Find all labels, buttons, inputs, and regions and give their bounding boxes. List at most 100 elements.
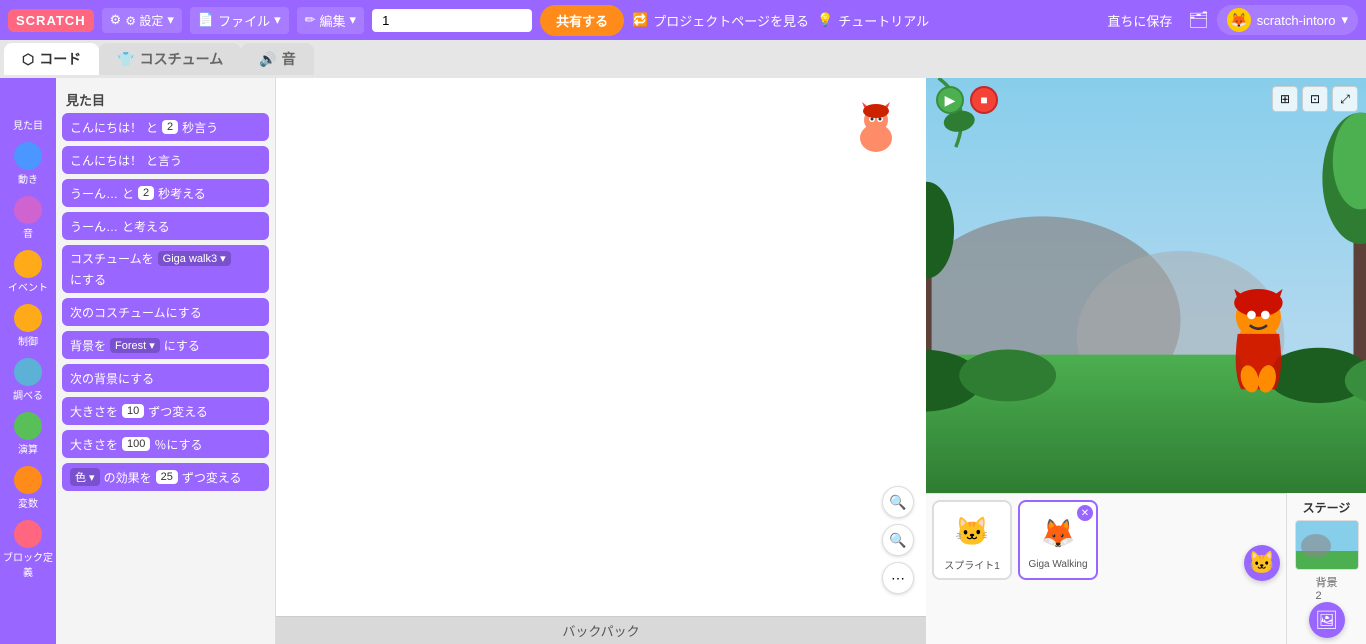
block-costume-text2: にする (70, 271, 106, 288)
cat-operator[interactable]: 演算 (0, 408, 56, 460)
large-stage-icon: ⊡ (1310, 92, 1320, 106)
block-effect-change[interactable]: 色 ▾ の効果を 25 ずつ変える (62, 463, 269, 491)
code-tab-label: コード (39, 49, 81, 69)
cat-control-dot (14, 304, 42, 332)
tab-code[interactable]: ⬡ コード (4, 43, 99, 75)
add-sprite-area: 🐱 (1244, 500, 1280, 587)
small-stage-button[interactable]: ⊞ (1272, 86, 1298, 112)
sprite-thumb-sprite1[interactable]: 🐱 スプライト1 (932, 500, 1012, 580)
file-chevron: ▾ (274, 12, 281, 28)
tutorial-label: チュートリアル (838, 11, 929, 30)
cat-event-label: イベント (8, 279, 48, 294)
more-button[interactable]: ⋯ (882, 562, 914, 594)
project-name-input[interactable] (372, 9, 532, 32)
block-say[interactable]: こんにちは！ と言う (62, 146, 269, 174)
edit-menu[interactable]: ✏ 編集 ▾ (297, 7, 364, 34)
giga-image: 🦊 (1035, 511, 1081, 557)
workspace-controls: 🔍 🔍 ⋯ (882, 486, 914, 594)
block-think-for[interactable]: うーん… と 2 秒考える (62, 179, 269, 207)
cat-looks-dot (14, 88, 42, 116)
cat-sense[interactable]: 調べる (0, 354, 56, 406)
settings-chevron: ▾ (167, 12, 174, 28)
cat-event[interactable]: イベント (0, 246, 56, 298)
fullscreen-button[interactable]: ⤢ (1332, 86, 1358, 112)
cat-sound[interactable]: 音 (0, 192, 56, 244)
user-avatar[interactable]: 🦊 scratch-intoro ▾ (1217, 5, 1358, 35)
project-page-button[interactable]: 🔁 プロジェクトページを見る (632, 11, 809, 30)
stage-thumbnail[interactable] (1295, 520, 1359, 570)
block-say-for-input[interactable]: 2 (162, 120, 178, 134)
block-effect-dropdown[interactable]: 色 ▾ (70, 468, 100, 486)
project-page-label: プロジェクトページを見る (653, 11, 809, 30)
cat-operator-dot (14, 412, 42, 440)
cat-motion[interactable]: 動き (0, 138, 56, 190)
edit-icon: ✏ (305, 12, 316, 28)
block-think-for-text3: 秒考える (158, 185, 206, 202)
cat-variable-label: 変数 (18, 495, 38, 510)
block-think[interactable]: うーん… と考える (62, 212, 269, 240)
sprite-delete-button[interactable]: ✕ (1077, 505, 1093, 521)
cat-myblocks-label: ブロック定義 (2, 549, 54, 579)
workspace-sprite (846, 98, 906, 158)
save-button[interactable]: 直ちに保存 (1107, 11, 1172, 30)
add-sprite-button[interactable]: 🐱 (1244, 545, 1280, 581)
green-flag-button[interactable]: ▶ (936, 86, 964, 114)
zoom-out-button[interactable]: 🔍 (882, 524, 914, 556)
stop-icon: ■ (980, 93, 987, 107)
navbar: SCRATCH ⚙ ⚙ 設定 ▾ 📄 ファイル ▾ ✏ 編集 ▾ 共有する 🔁 … (0, 0, 1366, 40)
block-next-backdrop[interactable]: 次の背景にする (62, 364, 269, 392)
file-menu[interactable]: 📄 ファイル ▾ (190, 7, 289, 34)
folder-icon[interactable]: 🗂 (1188, 10, 1208, 30)
cat-sense-dot (14, 358, 42, 386)
green-flag-icon: ▶ (945, 92, 956, 109)
block-effect-input[interactable]: 25 (156, 470, 178, 484)
workspace: 🔍 🔍 ⋯ バックパック (276, 78, 926, 644)
add-backdrop-button[interactable]: 🖼 (1309, 602, 1345, 638)
block-next-costume[interactable]: 次のコスチュームにする (62, 298, 269, 326)
large-stage-button[interactable]: ⊡ (1302, 86, 1328, 112)
edit-chevron: ▾ (350, 12, 357, 28)
sprite-thumb-giga[interactable]: ✕ 🦊 Giga Walking (1018, 500, 1098, 580)
block-next-costume-text: 次のコスチュームにする (70, 304, 202, 321)
cat-variable[interactable]: 変数 (0, 462, 56, 514)
block-costume-switch[interactable]: コスチュームを Giga walk3 ▾ にする (62, 245, 269, 293)
username-label: scratch-intoro (1257, 13, 1336, 28)
stop-button[interactable]: ■ (970, 86, 998, 114)
block-size-set-input[interactable]: 100 (122, 437, 150, 451)
tutorial-button[interactable]: 💡 チュートリアル (817, 11, 929, 30)
block-size-set[interactable]: 大きさを 100 ％にする (62, 430, 269, 458)
block-size-change-text1: 大きさを (70, 403, 118, 420)
zoom-in-button[interactable]: 🔍 (882, 486, 914, 518)
cat-looks[interactable]: 見た目 (0, 84, 56, 136)
block-size-set-text1: 大きさを (70, 436, 118, 453)
zoom-out-icon: 🔍 (889, 532, 906, 549)
block-think-for-text2: と (122, 185, 134, 202)
block-think-for-input[interactable]: 2 (138, 186, 154, 200)
stage-panel-title: ステージ (1303, 499, 1351, 516)
cat-sense-label: 調べる (13, 387, 43, 402)
block-costume-dropdown[interactable]: Giga walk3 ▾ (158, 251, 231, 266)
cat-motion-dot (14, 142, 42, 170)
block-backdrop-switch[interactable]: 背景を Forest ▾ にする (62, 331, 269, 359)
block-say-for[interactable]: こんにちは！ と 2 秒言う (62, 113, 269, 141)
block-size-change-input[interactable]: 10 (122, 404, 144, 418)
block-size-change[interactable]: 大きさを 10 ずつ変える (62, 397, 269, 425)
backpack-bar[interactable]: バックパック (276, 616, 926, 644)
stage-bg-text: 背景 (1316, 577, 1338, 589)
share-button[interactable]: 共有する (540, 5, 624, 36)
cat-event-dot (14, 250, 42, 278)
settings-menu[interactable]: ⚙ ⚙ 設定 ▾ (102, 8, 182, 33)
cat-motion-label: 動き (18, 171, 38, 186)
tabs-bar: ⬡ コード 👕 コスチューム 🔊 音 (0, 40, 1366, 78)
scratch-logo[interactable]: SCRATCH (8, 9, 94, 32)
block-backdrop-text1: 背景を (70, 337, 106, 354)
tab-costume[interactable]: 👕 コスチューム (99, 43, 241, 75)
block-backdrop-dropdown[interactable]: Forest ▾ (110, 338, 160, 353)
cat-control[interactable]: 制御 (0, 300, 56, 352)
block-effect-text1: の効果を (104, 469, 152, 486)
tab-sound[interactable]: 🔊 音 (241, 43, 313, 75)
stage-area: ▶ ■ ⊞ ⊡ ⤢ (926, 78, 1366, 493)
cat-myblocks[interactable]: ブロック定義 (0, 516, 56, 583)
block-say-for-text2: と (146, 119, 158, 136)
settings-label: ⚙ 設定 (125, 12, 163, 29)
